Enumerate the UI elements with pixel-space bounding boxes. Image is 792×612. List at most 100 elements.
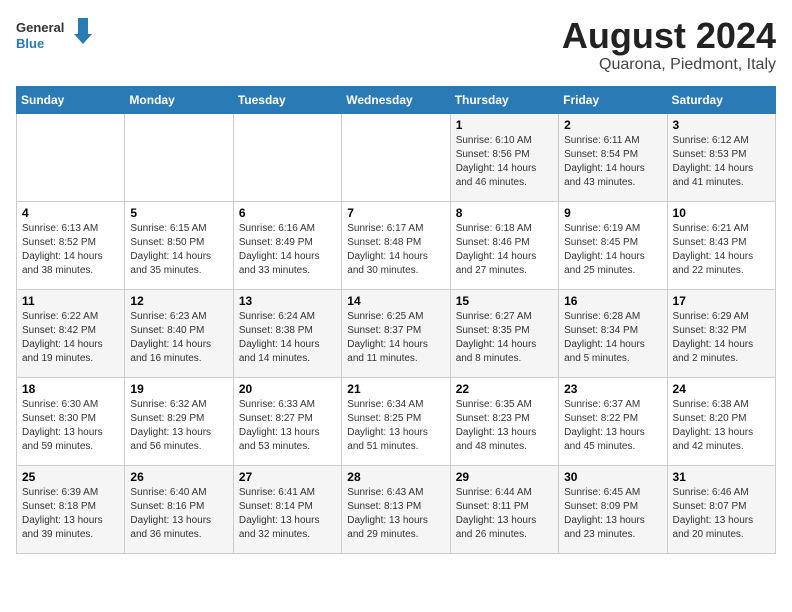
day-info: Sunrise: 6:46 AM Sunset: 8:07 PM Dayligh… <box>673 486 770 542</box>
day-info: Sunrise: 6:38 AM Sunset: 8:20 PM Dayligh… <box>673 398 770 454</box>
day-cell: 29 Sunrise: 6:44 AM Sunset: 8:11 PM Dayli… <box>450 465 558 553</box>
week-row-5: 25 Sunrise: 6:39 AM Sunset: 8:18 PM Dayli… <box>17 465 776 553</box>
day-number: 15 <box>456 294 553 308</box>
week-row-3: 11Sunrise: 6:22 AM Sunset: 8:42 PM Dayli… <box>17 289 776 377</box>
day-number: 18 <box>22 382 119 396</box>
day-info: Sunrise: 6:23 AM Sunset: 8:40 PM Dayligh… <box>130 310 227 366</box>
day-number: 5 <box>130 206 227 220</box>
day-cell: 25 Sunrise: 6:39 AM Sunset: 8:18 PM Dayli… <box>17 465 125 553</box>
day-number: 16 <box>564 294 661 308</box>
day-info: Sunrise: 6:44 AM Sunset: 8:11 PM Dayligh… <box>456 486 553 542</box>
day-number: 9 <box>564 206 661 220</box>
day-number: 8 <box>456 206 553 220</box>
day-header-friday: Friday <box>559 86 667 113</box>
day-cell: 11Sunrise: 6:22 AM Sunset: 8:42 PM Dayli… <box>17 289 125 377</box>
day-number: 19 <box>130 382 227 396</box>
day-info: Sunrise: 6:10 AM Sunset: 8:56 PM Dayligh… <box>456 134 553 190</box>
day-number: 30 <box>564 470 661 484</box>
day-info: Sunrise: 6:25 AM Sunset: 8:37 PM Dayligh… <box>347 310 444 366</box>
day-header-saturday: Saturday <box>667 86 775 113</box>
day-info: Sunrise: 6:21 AM Sunset: 8:43 PM Dayligh… <box>673 222 770 278</box>
day-cell: 14 Sunrise: 6:25 AM Sunset: 8:37 PM Dayli… <box>342 289 450 377</box>
day-cell: 17Sunrise: 6:29 AM Sunset: 8:32 PM Dayli… <box>667 289 775 377</box>
day-cell: 30 Sunrise: 6:45 AM Sunset: 8:09 PM Dayli… <box>559 465 667 553</box>
day-cell: 6 Sunrise: 6:16 AM Sunset: 8:49 PM Daylig… <box>233 201 341 289</box>
day-cell: 1 Sunrise: 6:10 AM Sunset: 8:56 PM Daylig… <box>450 113 558 201</box>
day-cell: 20 Sunrise: 6:33 AM Sunset: 8:27 PM Dayli… <box>233 377 341 465</box>
day-cell: 27 Sunrise: 6:41 AM Sunset: 8:14 PM Dayli… <box>233 465 341 553</box>
day-info: Sunrise: 6:27 AM Sunset: 8:35 PM Dayligh… <box>456 310 553 366</box>
day-number: 25 <box>22 470 119 484</box>
day-cell: 9 Sunrise: 6:19 AM Sunset: 8:45 PM Daylig… <box>559 201 667 289</box>
day-number: 12 <box>130 294 227 308</box>
day-cell: 10 Sunrise: 6:21 AM Sunset: 8:43 PM Dayli… <box>667 201 775 289</box>
day-cell: 18 Sunrise: 6:30 AM Sunset: 8:30 PM Dayli… <box>17 377 125 465</box>
day-cell: 4Sunrise: 6:13 AM Sunset: 8:52 PM Daylig… <box>17 201 125 289</box>
day-info: Sunrise: 6:43 AM Sunset: 8:13 PM Dayligh… <box>347 486 444 542</box>
day-number: 20 <box>239 382 336 396</box>
day-cell: 7 Sunrise: 6:17 AM Sunset: 8:48 PM Daylig… <box>342 201 450 289</box>
header: General Blue August 2024 Quarona, Piedmo… <box>16 16 776 74</box>
day-info: Sunrise: 6:45 AM Sunset: 8:09 PM Dayligh… <box>564 486 661 542</box>
day-cell <box>342 113 450 201</box>
day-cell: 16 Sunrise: 6:28 AM Sunset: 8:34 PM Dayli… <box>559 289 667 377</box>
title-area: August 2024 Quarona, Piedmont, Italy <box>562 16 776 74</box>
day-info: Sunrise: 6:30 AM Sunset: 8:30 PM Dayligh… <box>22 398 119 454</box>
day-number: 22 <box>456 382 553 396</box>
day-number: 31 <box>673 470 770 484</box>
day-info: Sunrise: 6:24 AM Sunset: 8:38 PM Dayligh… <box>239 310 336 366</box>
day-number: 21 <box>347 382 444 396</box>
day-info: Sunrise: 6:12 AM Sunset: 8:53 PM Dayligh… <box>673 134 770 190</box>
logo-svg: General Blue <box>16 16 96 56</box>
day-header-sunday: Sunday <box>17 86 125 113</box>
day-cell: 3Sunrise: 6:12 AM Sunset: 8:53 PM Daylig… <box>667 113 775 201</box>
day-info: Sunrise: 6:19 AM Sunset: 8:45 PM Dayligh… <box>564 222 661 278</box>
day-header-tuesday: Tuesday <box>233 86 341 113</box>
day-info: Sunrise: 6:18 AM Sunset: 8:46 PM Dayligh… <box>456 222 553 278</box>
day-number: 2 <box>564 118 661 132</box>
day-info: Sunrise: 6:37 AM Sunset: 8:22 PM Dayligh… <box>564 398 661 454</box>
day-info: Sunrise: 6:34 AM Sunset: 8:25 PM Dayligh… <box>347 398 444 454</box>
day-number: 7 <box>347 206 444 220</box>
day-cell: 28 Sunrise: 6:43 AM Sunset: 8:13 PM Dayli… <box>342 465 450 553</box>
day-number: 27 <box>239 470 336 484</box>
day-cell: 22Sunrise: 6:35 AM Sunset: 8:23 PM Dayli… <box>450 377 558 465</box>
day-info: Sunrise: 6:39 AM Sunset: 8:18 PM Dayligh… <box>22 486 119 542</box>
day-info: Sunrise: 6:41 AM Sunset: 8:14 PM Dayligh… <box>239 486 336 542</box>
day-number: 1 <box>456 118 553 132</box>
day-cell: 5Sunrise: 6:15 AM Sunset: 8:50 PM Daylig… <box>125 201 233 289</box>
day-number: 28 <box>347 470 444 484</box>
day-cell <box>125 113 233 201</box>
day-info: Sunrise: 6:28 AM Sunset: 8:34 PM Dayligh… <box>564 310 661 366</box>
day-number: 23 <box>564 382 661 396</box>
day-number: 10 <box>673 206 770 220</box>
svg-text:General: General <box>16 20 64 35</box>
day-number: 26 <box>130 470 227 484</box>
calendar-table: SundayMondayTuesdayWednesdayThursdayFrid… <box>16 86 776 554</box>
svg-text:Blue: Blue <box>16 36 44 51</box>
day-cell: 13 Sunrise: 6:24 AM Sunset: 8:38 PM Dayli… <box>233 289 341 377</box>
day-cell: 24 Sunrise: 6:38 AM Sunset: 8:20 PM Dayli… <box>667 377 775 465</box>
day-info: Sunrise: 6:11 AM Sunset: 8:54 PM Dayligh… <box>564 134 661 190</box>
logo: General Blue <box>16 16 96 56</box>
day-cell: 15 Sunrise: 6:27 AM Sunset: 8:35 PM Dayli… <box>450 289 558 377</box>
day-info: Sunrise: 6:22 AM Sunset: 8:42 PM Dayligh… <box>22 310 119 366</box>
day-info: Sunrise: 6:33 AM Sunset: 8:27 PM Dayligh… <box>239 398 336 454</box>
days-header-row: SundayMondayTuesdayWednesdayThursdayFrid… <box>17 86 776 113</box>
day-cell: 19 Sunrise: 6:32 AM Sunset: 8:29 PM Dayli… <box>125 377 233 465</box>
day-header-wednesday: Wednesday <box>342 86 450 113</box>
day-info: Sunrise: 6:32 AM Sunset: 8:29 PM Dayligh… <box>130 398 227 454</box>
day-info: Sunrise: 6:17 AM Sunset: 8:48 PM Dayligh… <box>347 222 444 278</box>
day-number: 4 <box>22 206 119 220</box>
day-number: 6 <box>239 206 336 220</box>
day-cell: 21 Sunrise: 6:34 AM Sunset: 8:25 PM Dayli… <box>342 377 450 465</box>
day-cell: 12 Sunrise: 6:23 AM Sunset: 8:40 PM Dayli… <box>125 289 233 377</box>
day-info: Sunrise: 6:16 AM Sunset: 8:49 PM Dayligh… <box>239 222 336 278</box>
day-number: 13 <box>239 294 336 308</box>
day-number: 14 <box>347 294 444 308</box>
week-row-1: 1 Sunrise: 6:10 AM Sunset: 8:56 PM Daylig… <box>17 113 776 201</box>
day-header-monday: Monday <box>125 86 233 113</box>
day-number: 29 <box>456 470 553 484</box>
day-number: 24 <box>673 382 770 396</box>
calendar-subtitle: Quarona, Piedmont, Italy <box>562 56 776 74</box>
